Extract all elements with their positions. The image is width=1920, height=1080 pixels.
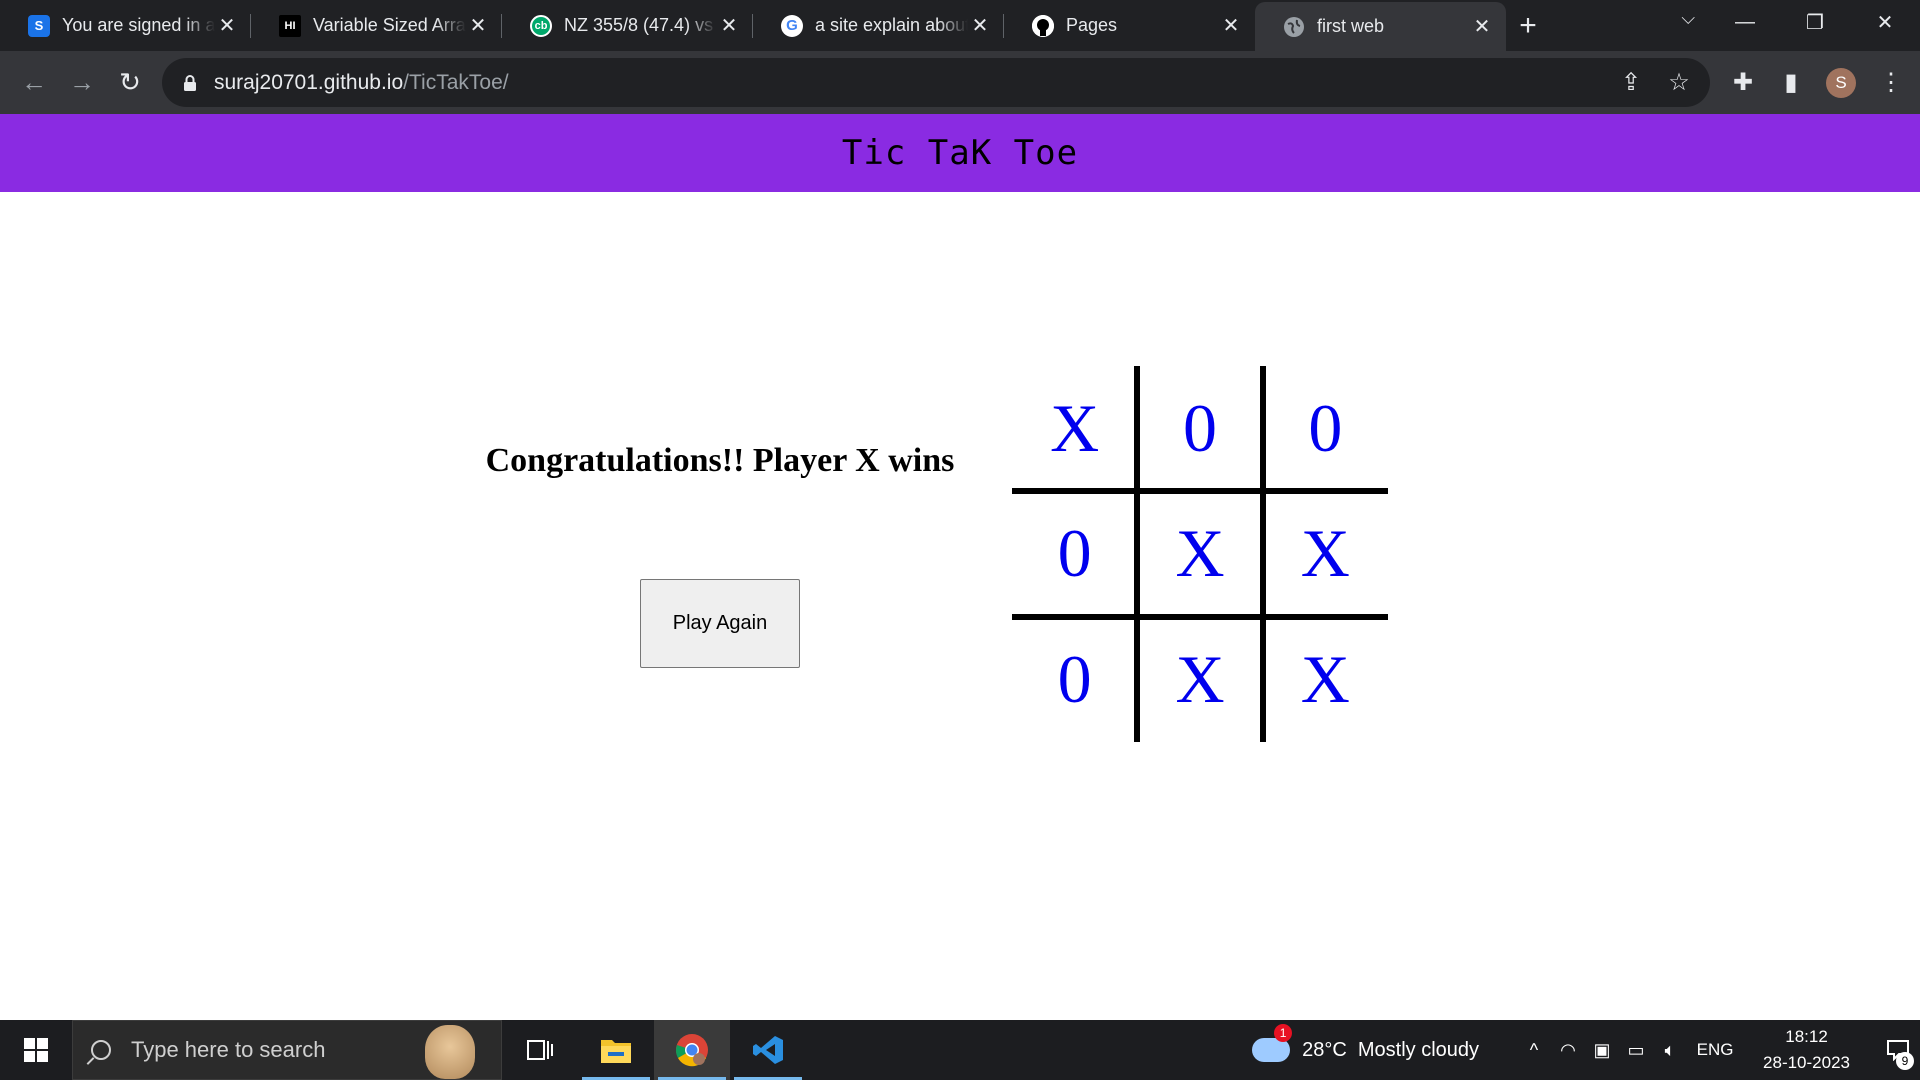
cloud-weather-icon: 1 (1252, 1024, 1293, 1062)
search-highlight-icon (425, 1025, 475, 1079)
address-bar[interactable]: suraj20701.github.io/TicTakToe/ ⇪ ☆ (162, 58, 1710, 107)
close-window-icon[interactable]: ✕ (1850, 0, 1920, 44)
board-cell-6[interactable]: X (1263, 491, 1388, 616)
menu-kebab-icon[interactable]: ⋮ (1878, 68, 1904, 97)
notification-count-badge: 9 (1896, 1052, 1914, 1070)
vscode-icon[interactable] (730, 1020, 806, 1080)
start-button[interactable] (0, 1020, 72, 1080)
back-arrow-icon[interactable]: ← (10, 59, 58, 107)
show-hidden-icons-chevron-icon[interactable]: ^ (1517, 1040, 1551, 1061)
battery-icon[interactable]: ▭ (1619, 1040, 1653, 1061)
clock-date: 28-10-2023 (1763, 1053, 1850, 1072)
winner-message: Congratulations!! Player X wins (485, 442, 955, 479)
tab-google-search[interactable]: G a site explain about ✕ (753, 0, 1004, 51)
board-cell-4[interactable]: 0 (1012, 491, 1137, 616)
taskbar-search-box[interactable]: Type here to search (72, 1020, 502, 1080)
tab-variable-sized-arrays[interactable]: HI Variable Sized Arrays ✕ (251, 0, 502, 51)
board-grid-line (1012, 488, 1388, 494)
tab-title: NZ 355/8 (47.4) vs (564, 15, 714, 35)
tab-title: You are signed in as (62, 15, 215, 35)
tab-favicon-s-icon: S (28, 14, 50, 37)
tab-signed-in[interactable]: S You are signed in as ✕ (0, 0, 251, 51)
url-path: /TicTakToe/ (403, 70, 509, 94)
tab-close-icon[interactable]: ✕ (215, 13, 239, 38)
result-area: Congratulations!! Player X wins (480, 440, 960, 482)
board-cell-8[interactable]: X (1137, 617, 1262, 742)
board-cell-9[interactable]: X (1263, 617, 1388, 742)
browser-toolbar: ← → ↻ suraj20701.github.io/TicTakToe/ ⇪ … (0, 51, 1920, 114)
tab-favicon-github-icon (1032, 14, 1054, 37)
tab-close-icon[interactable]: ✕ (968, 13, 992, 38)
clock[interactable]: 18:12 28-10-2023 (1763, 1024, 1850, 1076)
bookmark-star-icon[interactable]: ☆ (1666, 68, 1692, 97)
share-icon[interactable]: ⇪ (1618, 68, 1644, 97)
board-cell-3[interactable]: 0 (1263, 366, 1388, 491)
reload-icon[interactable]: ↻ (106, 59, 154, 107)
clock-time: 18:12 (1785, 1027, 1828, 1046)
tab-title: first web (1317, 16, 1385, 36)
board-cell-2[interactable]: 0 (1137, 366, 1262, 491)
new-tab-button[interactable]: + (1506, 0, 1550, 51)
weather-alert-badge: 1 (1274, 1024, 1293, 1042)
tab-favicon-cricbuzz-icon: cb (530, 14, 552, 37)
weather-text: 28°C Mostly cloudy (1302, 1038, 1480, 1061)
tab-close-icon[interactable]: ✕ (466, 13, 490, 38)
chrome-icon[interactable] (654, 1020, 730, 1080)
search-icon (91, 1040, 111, 1060)
weather-widget[interactable]: 1 28°C Mostly cloudy (1252, 1024, 1480, 1062)
tab-title: Variable Sized Arrays (313, 15, 466, 35)
board-grid-line (1260, 366, 1266, 742)
url-text: suraj20701.github.io/TicTakToe/ (214, 71, 509, 95)
language-indicator[interactable]: ENG (1687, 1040, 1743, 1060)
url-host: suraj20701.github.io (214, 70, 404, 94)
board-grid-line (1134, 366, 1140, 742)
windows-logo-icon (24, 1038, 48, 1062)
tab-nz-score[interactable]: cb NZ 355/8 (47.4) vs ✕ (502, 0, 753, 51)
game-board: X 0 0 0 X X 0 X X (1012, 366, 1388, 742)
play-again-button[interactable]: Play Again (640, 579, 800, 668)
tab-favicon-google-icon: G (781, 14, 803, 37)
tab-title: Pages (1066, 15, 1118, 35)
board-grid-line (1012, 614, 1388, 620)
site-header: Tic TaK Toe (0, 114, 1920, 192)
board-cell-5[interactable]: X (1137, 491, 1262, 616)
profile-avatar[interactable]: S (1826, 67, 1856, 98)
tab-close-icon[interactable]: ✕ (1470, 14, 1494, 39)
side-panel-icon[interactable]: ▮ (1778, 68, 1804, 97)
search-placeholder: Type here to search (131, 1037, 326, 1062)
file-explorer-icon[interactable] (578, 1020, 654, 1080)
minimize-icon[interactable]: — (1710, 0, 1780, 44)
volume-icon[interactable]: 🔈︎ (1653, 1040, 1687, 1061)
page-title: Tic TaK Toe (841, 133, 1079, 173)
meet-now-icon[interactable]: ▣ (1585, 1040, 1619, 1061)
window-controls: — ❐ ✕ (1710, 0, 1920, 51)
tab-pages[interactable]: Pages ✕ (1004, 0, 1255, 51)
tab-close-icon[interactable]: ✕ (717, 13, 741, 38)
windows-taskbar: Type here to search 1 28°C Mostly cloudy… (0, 1020, 1920, 1080)
board-cell-1[interactable]: X (1012, 366, 1137, 491)
tab-strip: S You are signed in as ✕ HI Variable Siz… (0, 0, 1920, 51)
task-view-icon[interactable] (502, 1020, 578, 1080)
tab-title: a site explain about (815, 15, 968, 35)
system-tray: 1 28°C Mostly cloudy ^ ◠ ▣ ▭ 🔈︎ ENG 18:1… (1252, 1020, 1920, 1080)
tab-favicon-hackerrank-icon: HI (279, 14, 301, 37)
extensions-puzzle-icon[interactable]: ✚ (1730, 68, 1756, 97)
lock-icon (182, 74, 198, 92)
board-cell-7[interactable]: 0 (1012, 617, 1137, 742)
tab-close-icon[interactable]: ✕ (1219, 13, 1243, 38)
restore-icon[interactable]: ❐ (1780, 0, 1850, 44)
forward-arrow-icon[interactable]: → (58, 59, 106, 107)
tab-favicon-globe-icon (1283, 16, 1305, 38)
notification-center-icon[interactable]: 9 (1876, 1020, 1920, 1080)
wifi-icon[interactable]: ◠ (1551, 1040, 1585, 1061)
tab-search-chevron-icon[interactable]: ⌵ (1681, 8, 1695, 29)
tab-first-web[interactable]: first web ✕ (1255, 2, 1506, 51)
